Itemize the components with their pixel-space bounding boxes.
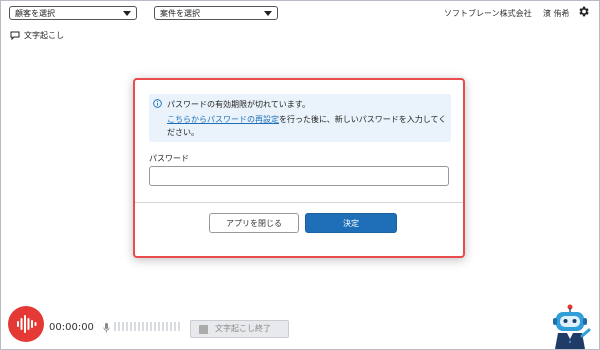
project-select[interactable]: 案件を選択	[154, 6, 278, 20]
confirm-button[interactable]: 決定	[305, 213, 397, 233]
password-input[interactable]	[149, 166, 449, 186]
notice-instructions: こちらからパスワードの再設定を行った後に、新しいパスワードを入力してください。	[167, 113, 447, 139]
end-transcription-label: 文字起こし終了	[215, 324, 271, 333]
end-transcription-button[interactable]: 文字起こし終了	[190, 320, 289, 338]
dialog-divider	[135, 202, 463, 203]
microphone-icon	[103, 323, 110, 333]
project-select-value: 案件を選択	[160, 9, 200, 18]
notice-text: パスワードの有効期限が切れています。	[167, 100, 310, 109]
stop-icon	[199, 325, 208, 334]
assistant-robot-icon[interactable]	[548, 303, 594, 349]
password-expired-dialog: パスワードの有効期限が切れています。 こちらからパスワードの再設定を行った後に、…	[133, 78, 465, 258]
chevron-down-icon	[264, 11, 272, 16]
chevron-down-icon	[123, 11, 131, 16]
password-label: パスワード	[149, 154, 189, 163]
audio-level-meter	[114, 322, 180, 331]
customer-select[interactable]: 顧客を選択	[9, 6, 137, 20]
user-name: 濱 侑希	[543, 9, 570, 18]
info-icon	[153, 99, 162, 108]
transcribe-tab[interactable]: 文字起こし	[10, 30, 64, 41]
waveform-icon	[17, 315, 37, 333]
company-name: ソフトブレーン株式会社	[444, 9, 532, 18]
customer-select-value: 顧客を選択	[15, 9, 55, 18]
record-button[interactable]	[8, 306, 44, 342]
gear-icon[interactable]	[577, 5, 590, 18]
comment-icon	[10, 31, 20, 40]
notice-box: パスワードの有効期限が切れています。 こちらからパスワードの再設定を行った後に、…	[149, 94, 451, 142]
close-app-button[interactable]: アプリを閉じる	[209, 213, 299, 233]
recording-timer: 00:00:00	[49, 322, 94, 333]
transcribe-label: 文字起こし	[24, 31, 64, 40]
reset-password-link[interactable]: こちらからパスワードの再設定	[167, 115, 279, 124]
